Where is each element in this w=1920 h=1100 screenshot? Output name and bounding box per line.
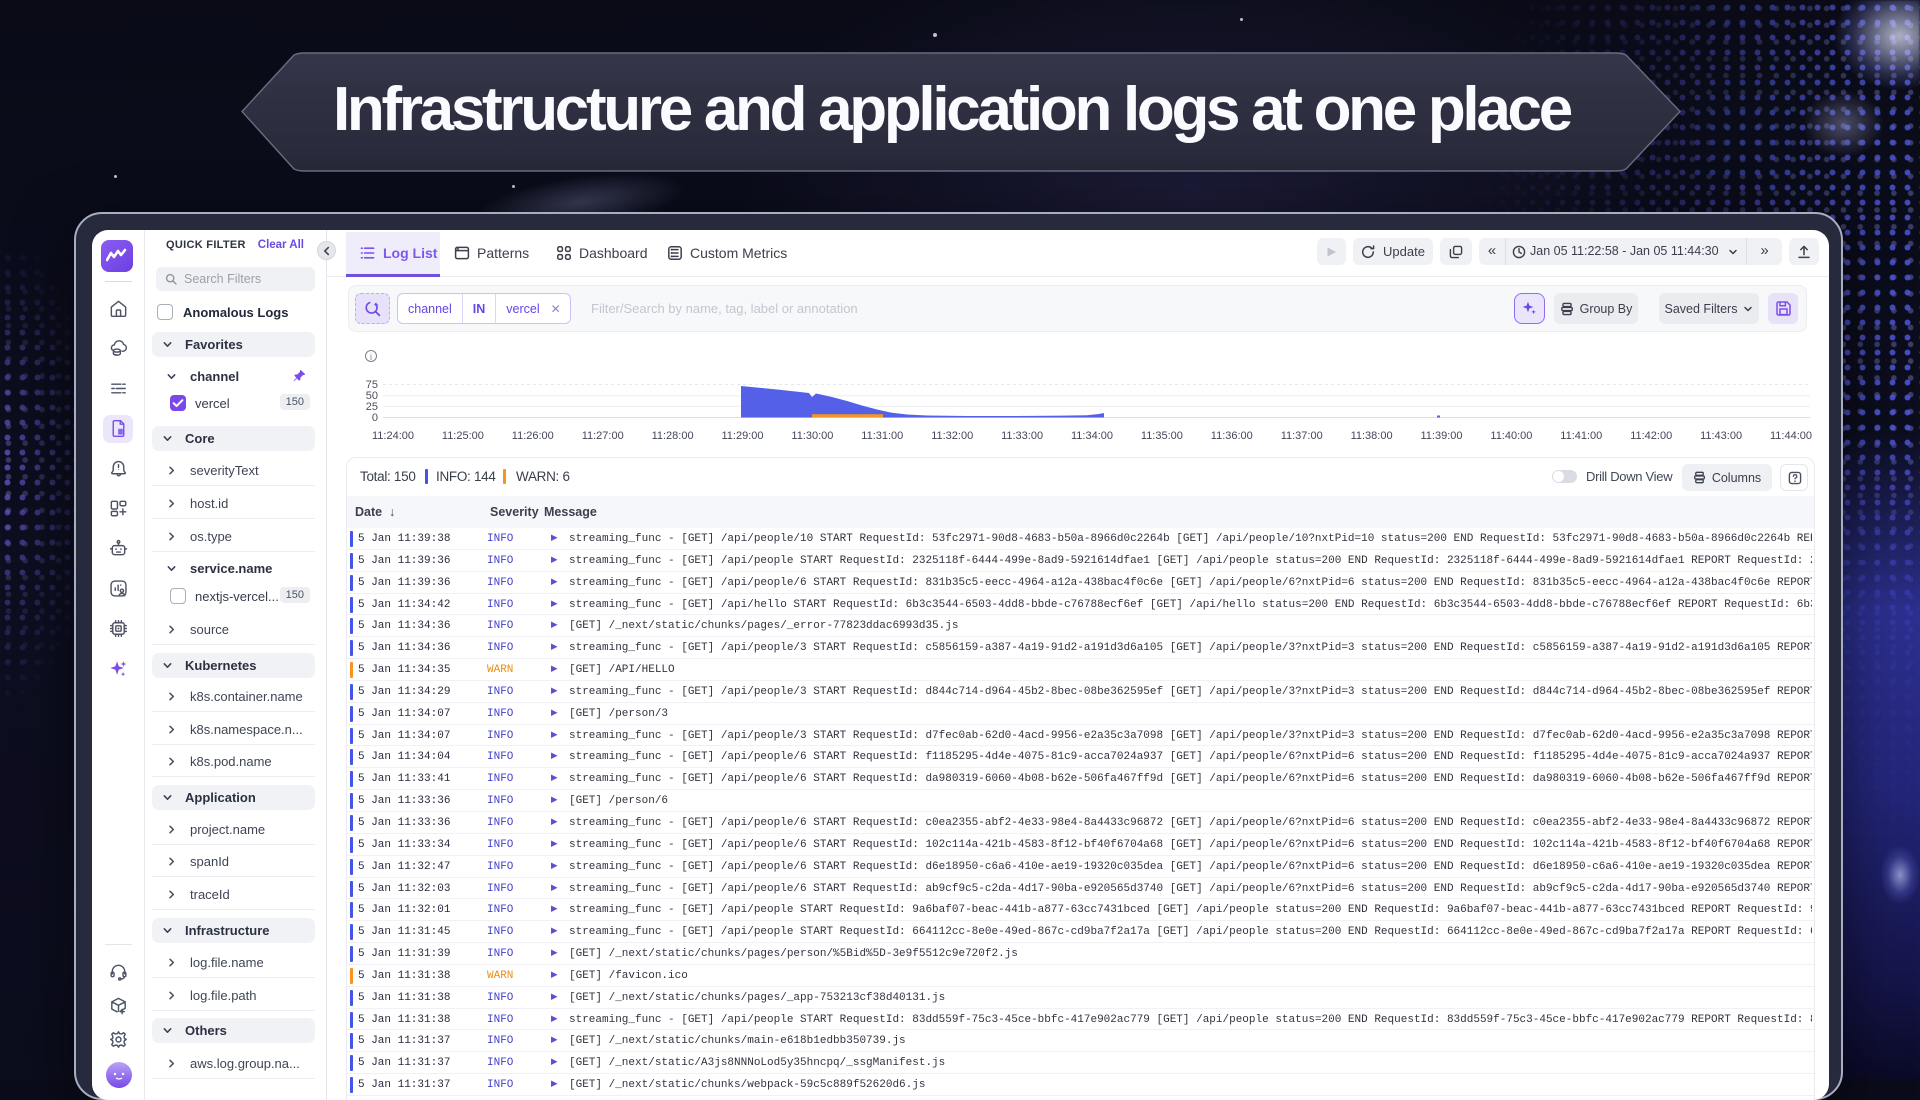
svg-text:11:40:00: 11:40:00: [1490, 430, 1532, 442]
svg-text:11:32:00: 11:32:00: [931, 430, 973, 442]
svg-text:11:33:00: 11:33:00: [1001, 430, 1043, 442]
svg-text:11:31:00: 11:31:00: [861, 430, 903, 442]
svg-text:0: 0: [372, 412, 378, 424]
svg-text:11:41:00: 11:41:00: [1560, 430, 1602, 442]
svg-text:11:28:00: 11:28:00: [652, 430, 694, 442]
svg-text:11:35:00: 11:35:00: [1141, 430, 1183, 442]
svg-text:75: 75: [366, 379, 378, 391]
svg-text:11:37:00: 11:37:00: [1281, 430, 1323, 442]
svg-text:11:36:00: 11:36:00: [1211, 430, 1253, 442]
svg-text:11:24:00: 11:24:00: [372, 430, 414, 442]
svg-text:11:30:00: 11:30:00: [791, 430, 833, 442]
svg-text:11:25:00: 11:25:00: [442, 430, 484, 442]
svg-text:11:38:00: 11:38:00: [1351, 430, 1393, 442]
svg-text:11:43:00: 11:43:00: [1700, 430, 1742, 442]
svg-text:11:42:00: 11:42:00: [1630, 430, 1672, 442]
svg-text:11:29:00: 11:29:00: [721, 430, 763, 442]
svg-text:11:34:00: 11:34:00: [1071, 430, 1113, 442]
svg-text:11:26:00: 11:26:00: [512, 430, 554, 442]
svg-text:11:39:00: 11:39:00: [1420, 430, 1462, 442]
svg-text:11:27:00: 11:27:00: [582, 430, 624, 442]
svg-text:11:44:00: 11:44:00: [1770, 430, 1812, 442]
